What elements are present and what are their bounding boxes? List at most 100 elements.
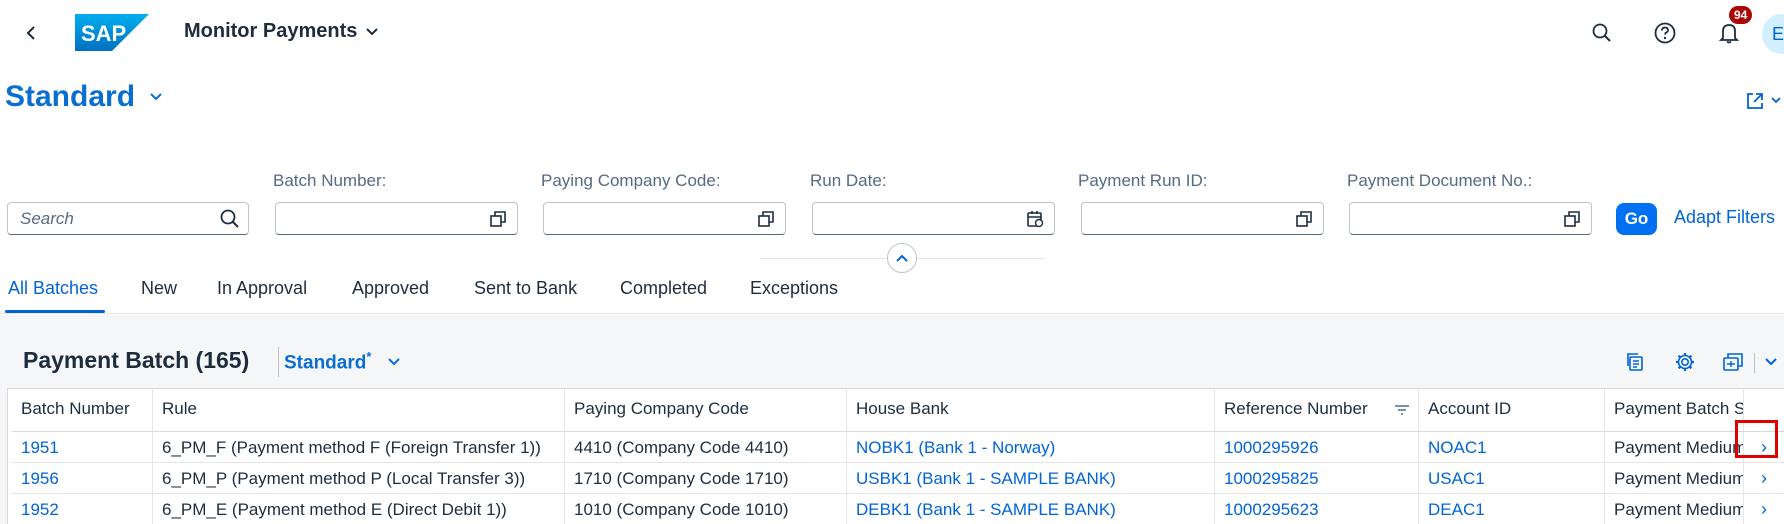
row-navigation-button[interactable]: › bbox=[1744, 494, 1784, 524]
column-header-reference-number[interactable]: Reference Number bbox=[1215, 389, 1419, 432]
highlight-box bbox=[1735, 420, 1778, 458]
rule-cell: 6_PM_E (Payment method E (Direct Debit 1… bbox=[153, 494, 565, 524]
tab-in-approval[interactable]: In Approval bbox=[217, 278, 307, 299]
payment-batch-status-cell: Payment Medium bbox=[1605, 432, 1744, 463]
column-header-batch-number[interactable]: Batch Number bbox=[12, 389, 153, 432]
payment-run-id-input[interactable] bbox=[1081, 202, 1324, 235]
share-icon bbox=[1747, 93, 1763, 109]
divider bbox=[917, 258, 1044, 259]
sap-logo[interactable]: SAP bbox=[75, 14, 149, 51]
paying-company-code-label: Paying Company Code: bbox=[541, 171, 721, 190]
house-bank-link[interactable]: NOBK1 (Bank 1 - Norway) bbox=[847, 432, 1215, 463]
payment-batch-table: Batch Number Rule Paying Company Code Ho… bbox=[7, 388, 1784, 524]
paying-company-code-cell: 1710 (Company Code 1710) bbox=[565, 463, 847, 494]
notification-badge: 94 bbox=[1729, 6, 1753, 24]
tab-approved[interactable]: Approved bbox=[352, 278, 429, 299]
batch-number-link[interactable]: 1951 bbox=[12, 432, 153, 463]
house-bank-link[interactable]: USBK1 (Bank 1 - SAMPLE BANK) bbox=[847, 463, 1215, 494]
tab-bar: All Batches New In Approval Approved Sen… bbox=[0, 272, 1784, 314]
active-tab-indicator bbox=[5, 310, 105, 313]
row-navigation-button[interactable]: › bbox=[1744, 463, 1784, 494]
share-button[interactable] bbox=[1744, 86, 1784, 116]
export-options-button[interactable] bbox=[1758, 347, 1784, 377]
batch-number-label: Batch Number: bbox=[273, 171, 387, 190]
tab-sent-to-bank[interactable]: Sent to Bank bbox=[474, 278, 577, 299]
notifications-button[interactable]: 94 bbox=[1712, 6, 1753, 50]
table-variant-label: Standard bbox=[284, 352, 367, 374]
value-help-icon[interactable] bbox=[757, 210, 775, 228]
tab-completed[interactable]: Completed bbox=[620, 278, 707, 299]
gear-icon bbox=[1676, 353, 1694, 371]
divider bbox=[1754, 353, 1755, 373]
search-icon[interactable] bbox=[220, 209, 240, 229]
app-title: Monitor Payments bbox=[184, 20, 358, 42]
chevron-down-icon bbox=[1771, 97, 1781, 104]
value-help-icon[interactable] bbox=[489, 210, 507, 228]
payment-batch-status-cell: Payment Medium bbox=[1605, 494, 1744, 524]
payment-document-no-input[interactable] bbox=[1349, 202, 1592, 235]
search-input[interactable]: Search bbox=[7, 202, 249, 235]
run-date-input[interactable] bbox=[812, 202, 1055, 235]
copy-icon bbox=[1627, 353, 1643, 371]
batch-number-link[interactable]: 1952 bbox=[12, 494, 153, 524]
collapse-header-button[interactable] bbox=[887, 243, 917, 273]
user-avatar[interactable]: E bbox=[1762, 14, 1784, 54]
divider bbox=[278, 347, 279, 377]
rule-cell: 6_PM_P (Payment method P (Local Transfer… bbox=[153, 463, 565, 494]
chevron-left-icon bbox=[26, 26, 35, 40]
help-button[interactable] bbox=[1648, 16, 1682, 50]
page-title: Standard bbox=[5, 80, 136, 113]
export-button[interactable] bbox=[1718, 347, 1748, 377]
column-header-paying-company-code[interactable]: Paying Company Code bbox=[565, 389, 847, 432]
run-date-label: Run Date: bbox=[810, 171, 887, 190]
chevron-down-icon bbox=[388, 357, 401, 366]
column-header-payment-batch-status[interactable]: Payment Batch S bbox=[1605, 389, 1744, 432]
value-help-icon[interactable] bbox=[1295, 210, 1313, 228]
account-id-link[interactable]: USAC1 bbox=[1419, 463, 1605, 494]
reference-number-link[interactable]: 1000295825 bbox=[1215, 463, 1419, 494]
value-help-icon[interactable] bbox=[1563, 210, 1581, 228]
variant-selector[interactable]: Standard bbox=[5, 80, 163, 114]
tab-all-batches[interactable]: All Batches bbox=[8, 278, 98, 299]
account-id-link[interactable]: NOAC1 bbox=[1419, 432, 1605, 463]
column-header-account-id[interactable]: Account ID bbox=[1419, 389, 1605, 432]
settings-button[interactable] bbox=[1670, 347, 1700, 377]
search-icon bbox=[1592, 23, 1611, 42]
table-variant-selector[interactable]: Standard* bbox=[284, 349, 401, 374]
reference-number-link[interactable]: 1000295623 bbox=[1215, 494, 1419, 524]
account-id-link[interactable]: DEAC1 bbox=[1419, 494, 1605, 524]
back-button[interactable] bbox=[14, 16, 48, 50]
column-header-house-bank[interactable]: House Bank bbox=[847, 389, 1215, 432]
chevron-down-icon bbox=[1765, 358, 1777, 366]
help-icon bbox=[1654, 22, 1676, 44]
batch-number-link[interactable]: 1956 bbox=[12, 463, 153, 494]
payment-batch-status-cell: Payment Medium bbox=[1605, 463, 1744, 494]
variant-modified-marker: * bbox=[366, 349, 372, 364]
export-icon bbox=[1723, 353, 1743, 371]
shell-bar: SAP Monitor Payments 94 E bbox=[0, 0, 1784, 64]
search-button[interactable] bbox=[1585, 16, 1619, 50]
row-selector-column bbox=[7, 389, 8, 524]
house-bank-link[interactable]: DEBK1 (Bank 1 - SAMPLE BANK) bbox=[847, 494, 1215, 524]
bell-icon bbox=[1719, 24, 1739, 44]
paying-company-code-input[interactable] bbox=[543, 202, 786, 235]
batch-number-input[interactable] bbox=[275, 202, 518, 235]
svg-text:SAP: SAP bbox=[81, 21, 126, 46]
chevron-right-icon: › bbox=[1761, 467, 1767, 488]
adapt-filters-button[interactable]: Adapt Filters bbox=[1674, 207, 1775, 228]
reference-number-link[interactable]: 1000295926 bbox=[1215, 432, 1419, 463]
copy-button[interactable] bbox=[1620, 347, 1650, 377]
column-header-rule[interactable]: Rule bbox=[153, 389, 565, 432]
tab-new[interactable]: New bbox=[141, 278, 177, 299]
go-button[interactable]: Go bbox=[1616, 203, 1657, 235]
tab-exceptions[interactable]: Exceptions bbox=[750, 278, 838, 299]
chevron-right-icon: › bbox=[1761, 498, 1767, 519]
search-placeholder: Search bbox=[20, 208, 74, 228]
calendar-icon[interactable] bbox=[1026, 210, 1044, 228]
rule-cell: 6_PM_F (Payment method F (Foreign Transf… bbox=[153, 432, 565, 463]
paying-company-code-cell: 4410 (Company Code 4410) bbox=[565, 432, 847, 463]
chevron-down-icon bbox=[150, 93, 162, 101]
app-title-menu[interactable]: Monitor Payments bbox=[184, 20, 379, 43]
chevron-up-icon bbox=[896, 254, 908, 262]
table-toolbar: Payment Batch (165) Standard* bbox=[0, 315, 1784, 388]
